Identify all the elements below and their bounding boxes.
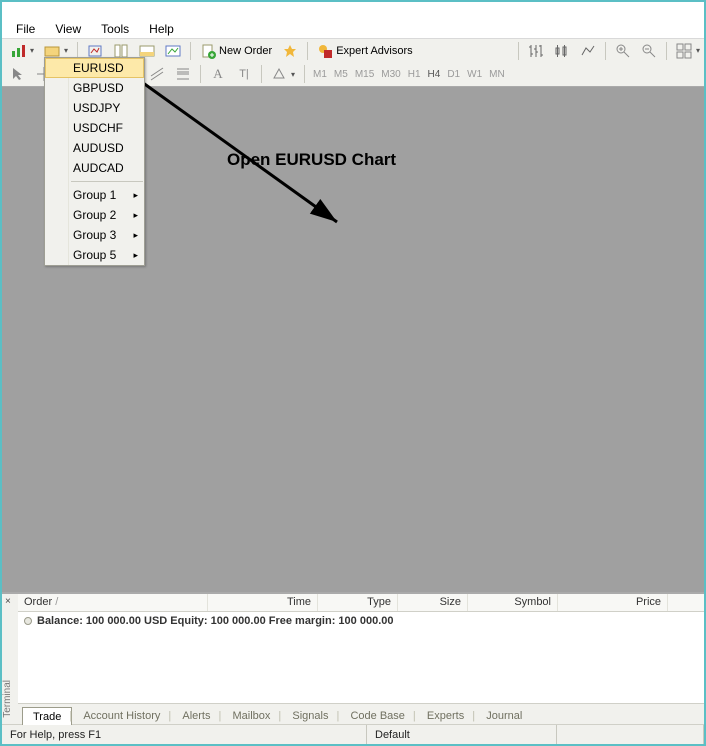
status-profile[interactable]: Default (367, 725, 557, 744)
tf-m30[interactable]: M30 (378, 67, 403, 82)
line-icon (580, 43, 596, 59)
chart-candles-button[interactable] (550, 41, 574, 61)
chevron-right-icon: ▸ (133, 250, 138, 261)
chart-line-button[interactable] (576, 41, 600, 61)
menu-tools[interactable]: Tools (91, 21, 139, 37)
col-type[interactable]: Type (318, 594, 398, 611)
zoom-in-button[interactable] (611, 41, 635, 61)
col-price[interactable]: Price (558, 594, 668, 611)
status-help: For Help, press F1 (2, 725, 367, 744)
annotation (122, 67, 372, 250)
status-connection (557, 725, 704, 744)
cursor-button[interactable] (6, 64, 30, 84)
autotrading-icon (282, 43, 298, 59)
popup-item-usdchf[interactable]: USDCHF (45, 118, 144, 138)
tf-mn[interactable]: MN (486, 67, 508, 82)
grid-header: Order / Time Type Size Symbol Price (18, 594, 704, 612)
tile-windows-button[interactable]: ▾ (672, 41, 704, 61)
menubar: File View Tools Help (2, 20, 704, 39)
chevron-right-icon: ▸ (133, 210, 138, 221)
app-window: File View Tools Help ▾ ▾ New Order Exper… (0, 0, 706, 746)
bar-chart-icon (10, 43, 26, 59)
terminal-side: × Terminal (2, 594, 18, 724)
expert-advisors-label: Expert Advisors (336, 45, 412, 57)
col-size[interactable]: Size (398, 594, 468, 611)
zoom-in-icon (615, 43, 631, 59)
popup-group-2[interactable]: Group 2▸ (45, 205, 144, 225)
menu-view[interactable]: View (45, 21, 91, 37)
zoom-out-button[interactable] (637, 41, 661, 61)
tab-journal[interactable]: Journal (475, 706, 533, 724)
new-order-label: New Order (219, 45, 272, 57)
chevron-down-icon: ▾ (696, 46, 700, 55)
tile-icon (676, 43, 692, 59)
status-dot-icon (24, 617, 32, 625)
menu-file[interactable]: File (6, 21, 45, 37)
terminal-grid: Order / Time Type Size Symbol Price Bala… (18, 594, 704, 703)
autotrading-button[interactable] (278, 41, 302, 61)
tab-trade[interactable]: Trade (22, 707, 72, 725)
tf-h1[interactable]: H1 (405, 67, 424, 82)
col-symbol[interactable]: Symbol (468, 594, 558, 611)
tab-mailbox[interactable]: Mailbox (221, 706, 281, 724)
popup-item-gbpusd[interactable]: GBPUSD (45, 78, 144, 98)
tab-code-base[interactable]: Code Base (339, 706, 415, 724)
chevron-right-icon: ▸ (133, 230, 138, 241)
terminal-tabs: Trade Account History Alerts Mailbox Sig… (18, 703, 704, 724)
bars-icon (528, 43, 544, 59)
terminal-side-label: Terminal (2, 680, 18, 718)
popup-item-usdjpy[interactable]: USDJPY (45, 98, 144, 118)
tf-d1[interactable]: D1 (444, 67, 463, 82)
new-chart-button[interactable]: ▾ (6, 41, 38, 61)
new-order-button[interactable]: New Order (196, 41, 276, 61)
status-bar: For Help, press F1 Default (2, 724, 704, 744)
popup-group-1[interactable]: Group 1▸ (45, 185, 144, 205)
cursor-icon (10, 66, 26, 82)
col-order[interactable]: Order / (18, 594, 208, 611)
zoom-out-icon (641, 43, 657, 59)
tab-experts[interactable]: Experts (416, 706, 475, 724)
new-order-icon (200, 43, 216, 59)
popup-item-eurusd[interactable]: EURUSD (45, 58, 144, 78)
popup-item-audusd[interactable]: AUDUSD (45, 138, 144, 158)
chart-bars-button[interactable] (524, 41, 548, 61)
popup-item-audcad[interactable]: AUDCAD (45, 158, 144, 178)
titlebar (2, 2, 704, 20)
tab-signals[interactable]: Signals (281, 706, 339, 724)
balance-row[interactable]: Balance: 100 000.00 USD Equity: 100 000.… (18, 612, 704, 630)
menu-help[interactable]: Help (139, 21, 184, 37)
terminal-panel: × Terminal Order / Time Type Size Symbol… (2, 592, 704, 724)
popup-group-3[interactable]: Group 3▸ (45, 225, 144, 245)
chevron-right-icon: ▸ (133, 190, 138, 201)
tf-h4[interactable]: H4 (425, 67, 444, 82)
tf-w1[interactable]: W1 (464, 67, 485, 82)
tester-icon (165, 43, 181, 59)
col-time[interactable]: Time (208, 594, 318, 611)
close-icon[interactable]: × (5, 596, 11, 607)
tab-account-history[interactable]: Account History (72, 706, 171, 724)
popup-group-5[interactable]: Group 5▸ (45, 245, 144, 265)
expert-icon (317, 43, 333, 59)
symbol-popup: EURUSD GBPUSD USDJPY USDCHF AUDUSD AUDCA… (44, 57, 145, 266)
strategy-tester-button[interactable] (161, 41, 185, 61)
candles-icon (554, 43, 570, 59)
expert-advisors-button[interactable]: Expert Advisors (313, 41, 416, 61)
chevron-down-icon: ▾ (64, 46, 68, 55)
tab-alerts[interactable]: Alerts (171, 706, 221, 724)
chevron-down-icon: ▾ (30, 46, 34, 55)
